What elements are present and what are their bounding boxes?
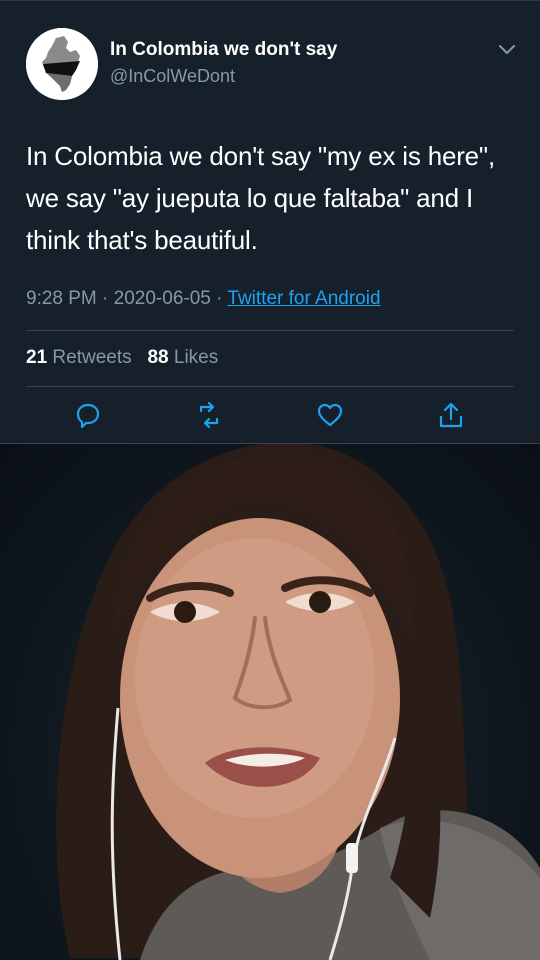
reply-button[interactable] [74,401,102,429]
tweet-time: 9:28 PM [26,288,97,309]
heart-icon [317,403,343,427]
like-button[interactable] [316,401,344,429]
tweet-meta: 9:28 PM · 2020-06-05 · Twitter for Andro… [26,288,381,310]
meta-separator: · [216,288,223,309]
tweet-stats: 21 Retweets 88 Likes [26,347,218,369]
tweet-source-link[interactable]: Twitter for Android [227,288,380,309]
tweet-date: 2020-06-05 [113,288,211,309]
colombia-map-flag-icon [26,28,98,100]
likes-count[interactable]: 88 [147,347,168,368]
comment-icon [76,403,100,429]
share-button[interactable] [437,401,465,429]
tweet-text: In Colombia we don't say "my ex is here"… [26,141,495,255]
meta-separator: · [102,288,109,309]
video-feed [0,444,540,960]
divider [26,386,514,387]
retweets-count[interactable]: 21 [26,347,47,368]
tweet-card: In Colombia we don't say @InColWeDont In… [0,0,540,444]
divider [26,330,514,331]
share-icon [439,402,463,428]
retweets-label[interactable]: Retweets [52,347,131,368]
retweet-button[interactable] [195,401,223,429]
chevron-down-icon[interactable] [496,41,518,59]
display-name[interactable]: In Colombia we don't say [110,39,337,61]
likes-label[interactable]: Likes [174,347,218,368]
user-handle[interactable]: @InColWeDont [110,66,235,87]
person-video-image [56,444,540,960]
avatar[interactable] [26,28,98,100]
retweet-icon [199,401,219,429]
